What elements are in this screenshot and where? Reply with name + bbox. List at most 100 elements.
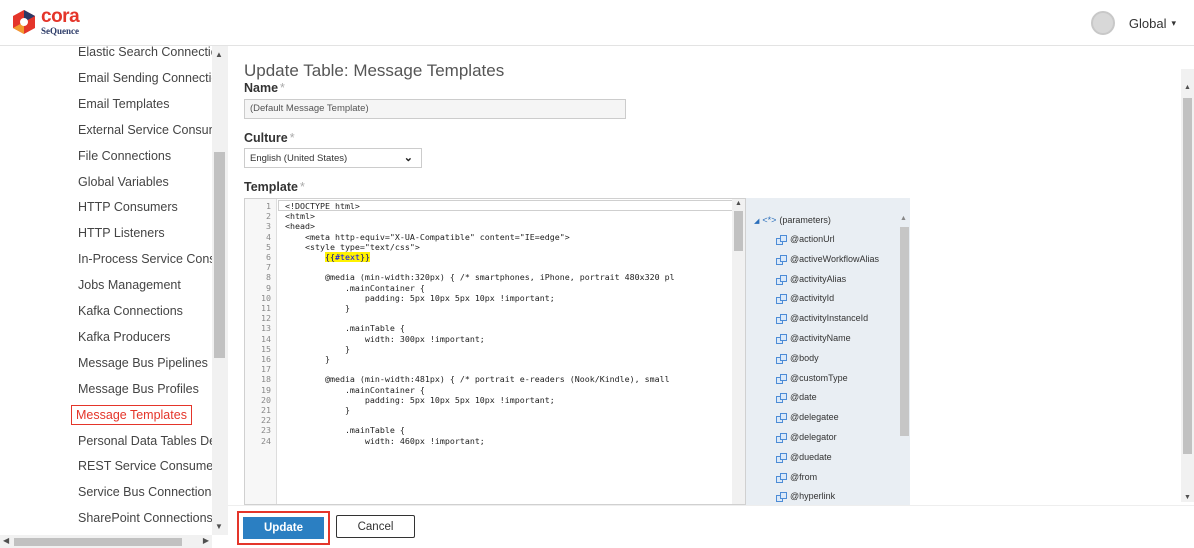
line-number: 24	[261, 435, 271, 446]
tree-root-parameters[interactable]: ◢ <*> (parameters)	[754, 215, 831, 225]
tree-item-parameter[interactable]: @activityAlias	[776, 274, 846, 285]
sidebar-horizontal-scrollbar[interactable]: ◀ ▶	[0, 535, 212, 548]
sidebar-item[interactable]: HTTP Consumers	[78, 197, 178, 217]
sidebar-vertical-scrollbar[interactable]: ▲ ▼	[212, 46, 228, 535]
update-button[interactable]: Update	[243, 517, 324, 539]
sidebar-item[interactable]: Kafka Producers	[78, 327, 170, 347]
expand-triangle-icon[interactable]: ◢	[754, 218, 759, 225]
tree-item-parameter[interactable]: @activityName	[776, 333, 851, 344]
scroll-down-icon[interactable]: ▼	[215, 522, 223, 531]
line-number: 10	[261, 292, 271, 303]
tree-item-label: @actionUrl	[790, 234, 835, 244]
sidebar-item[interactable]: SharePoint Connections	[78, 508, 212, 528]
parameter-icon	[776, 472, 787, 483]
editor-vertical-scrollbar[interactable]: ▲	[732, 199, 745, 504]
tree-item-parameter[interactable]: @delegator	[776, 432, 837, 443]
tree-item-parameter[interactable]: @from	[776, 471, 818, 483]
sidebar-item[interactable]: In-Process Service Consume	[78, 249, 212, 269]
sidebar-item[interactable]: HTTP Listeners	[78, 223, 165, 243]
scrollbar-thumb[interactable]	[734, 211, 743, 251]
tree-item-parameter[interactable]: @activeWorkflowAlias	[776, 253, 879, 265]
scroll-down-icon[interactable]: ▼	[1184, 494, 1191, 501]
parameter-icon	[776, 492, 787, 503]
code-text: padding: 5px 10px 5px 10px !important;	[285, 292, 555, 303]
tree-item-parameter[interactable]: @date	[776, 392, 817, 404]
parameter-icon	[776, 334, 787, 344]
tree-item-parameter[interactable]: @activityId	[776, 293, 835, 305]
code-text: padding: 5px 10px 5px 10px !important;	[285, 394, 555, 405]
tree-item-label: @from	[790, 471, 818, 482]
line-number: 22	[261, 415, 271, 426]
tree-item-parameter[interactable]: @hyperlink	[776, 491, 835, 503]
sidebar-item[interactable]: Personal Data Tables Definit	[78, 431, 212, 451]
sidebar-item[interactable]: Message Templates	[71, 404, 192, 425]
code-text: .mainContainer {	[285, 282, 425, 293]
line-number: 16	[261, 354, 271, 364]
tree-item-parameter[interactable]: @actionUrl	[776, 234, 835, 245]
culture-select-value: English (United States)	[250, 153, 348, 164]
required-mark: *	[289, 131, 295, 145]
tree-item-label: @duedate	[790, 451, 832, 462]
code-text: }	[285, 303, 350, 313]
scrollbar-thumb[interactable]	[1183, 98, 1192, 454]
sidebar-item[interactable]: Jobs Management	[78, 275, 181, 295]
scrollbar-thumb[interactable]	[214, 152, 225, 358]
scroll-right-icon[interactable]: ▶	[203, 536, 209, 545]
scroll-up-icon[interactable]: ▲	[1184, 84, 1191, 91]
sidebar-item[interactable]: Message Bus Profiles	[78, 379, 199, 399]
scroll-left-icon[interactable]: ◀	[3, 536, 9, 545]
tree-item-parameter[interactable]: @activityInstanceId	[776, 313, 868, 325]
tree-item-parameter[interactable]: @delegatee	[776, 412, 839, 424]
tree-item-label: @activityId	[790, 293, 835, 304]
sidebar-item[interactable]: External Service Consumers	[78, 120, 212, 140]
sidebar-item[interactable]: Message Bus Pipelines	[78, 353, 208, 373]
code-line: 17	[245, 364, 733, 375]
scrollbar-thumb[interactable]	[14, 538, 182, 546]
name-field[interactable]: (Default Message Template)	[244, 99, 626, 119]
parameter-icon	[776, 452, 787, 463]
page-title: Update Table: Message Templates	[244, 61, 505, 80]
required-mark: *	[280, 81, 285, 95]
sidebar-item[interactable]: REST Service Consumers	[78, 456, 212, 476]
logo[interactable]: cora SeQuence	[12, 7, 80, 36]
page-vertical-scrollbar[interactable]: ▲ ▼	[1181, 69, 1194, 502]
culture-select[interactable]: English (United States) ⌄	[244, 148, 422, 168]
template-code-editor[interactable]: 1 <!DOCTYPE html> 2 <html> 3 <head> 4 <meta ht…	[244, 198, 746, 505]
line-number: 12	[261, 313, 271, 324]
sidebar-item[interactable]: Email Sending Connections	[78, 68, 212, 88]
tree-root-label: (parameters)	[779, 215, 831, 225]
sidebar-item[interactable]: Email Templates	[78, 94, 169, 114]
cancel-button[interactable]: Cancel	[336, 515, 415, 538]
parameter-icon	[776, 235, 787, 245]
code-line: 11 }	[245, 303, 733, 314]
parameter-icon	[776, 254, 787, 265]
line-number: 17	[261, 364, 271, 375]
logo-text: cora SeQuence	[41, 7, 80, 36]
code-line: 22	[245, 415, 733, 426]
line-number: 15	[261, 343, 271, 354]
scroll-up-icon[interactable]: ▲	[735, 200, 742, 207]
tree-item-parameter[interactable]: @customType	[776, 373, 848, 384]
tree-vertical-scrollbar[interactable]: ▲	[898, 198, 910, 505]
sidebar-item[interactable]: Elastic Search Connections	[78, 46, 212, 62]
name-label: Name *	[244, 81, 285, 95]
tree-item-parameter[interactable]: @body	[776, 352, 819, 364]
name-label-text: Name	[244, 81, 279, 95]
sidebar-item[interactable]: Service Bus Connections	[78, 482, 212, 502]
line-number: 21	[261, 405, 271, 415]
scrollbar-thumb[interactable]	[900, 227, 909, 436]
scroll-up-icon[interactable]: ▲	[900, 215, 907, 222]
tree-item-label: @body	[790, 352, 819, 363]
sidebar-item[interactable]: Kafka Connections	[78, 301, 183, 321]
tree-item-label: @activeWorkflowAlias	[790, 253, 879, 264]
scroll-up-icon[interactable]: ▲	[215, 50, 223, 59]
tree-item-parameter[interactable]: @duedate	[776, 451, 832, 463]
logo-bottom-text: SeQuence	[41, 26, 79, 36]
code-line: 3 <head>	[245, 221, 733, 232]
line-number: 18	[261, 374, 271, 385]
tree-item-label: @delegator	[790, 432, 837, 442]
template-label-text: Template	[244, 180, 298, 194]
sidebar-item[interactable]: Global Variables	[78, 172, 169, 192]
sidebar-item[interactable]: File Connections	[78, 146, 171, 166]
user-menu[interactable]: Global ▾	[1090, 11, 1176, 35]
